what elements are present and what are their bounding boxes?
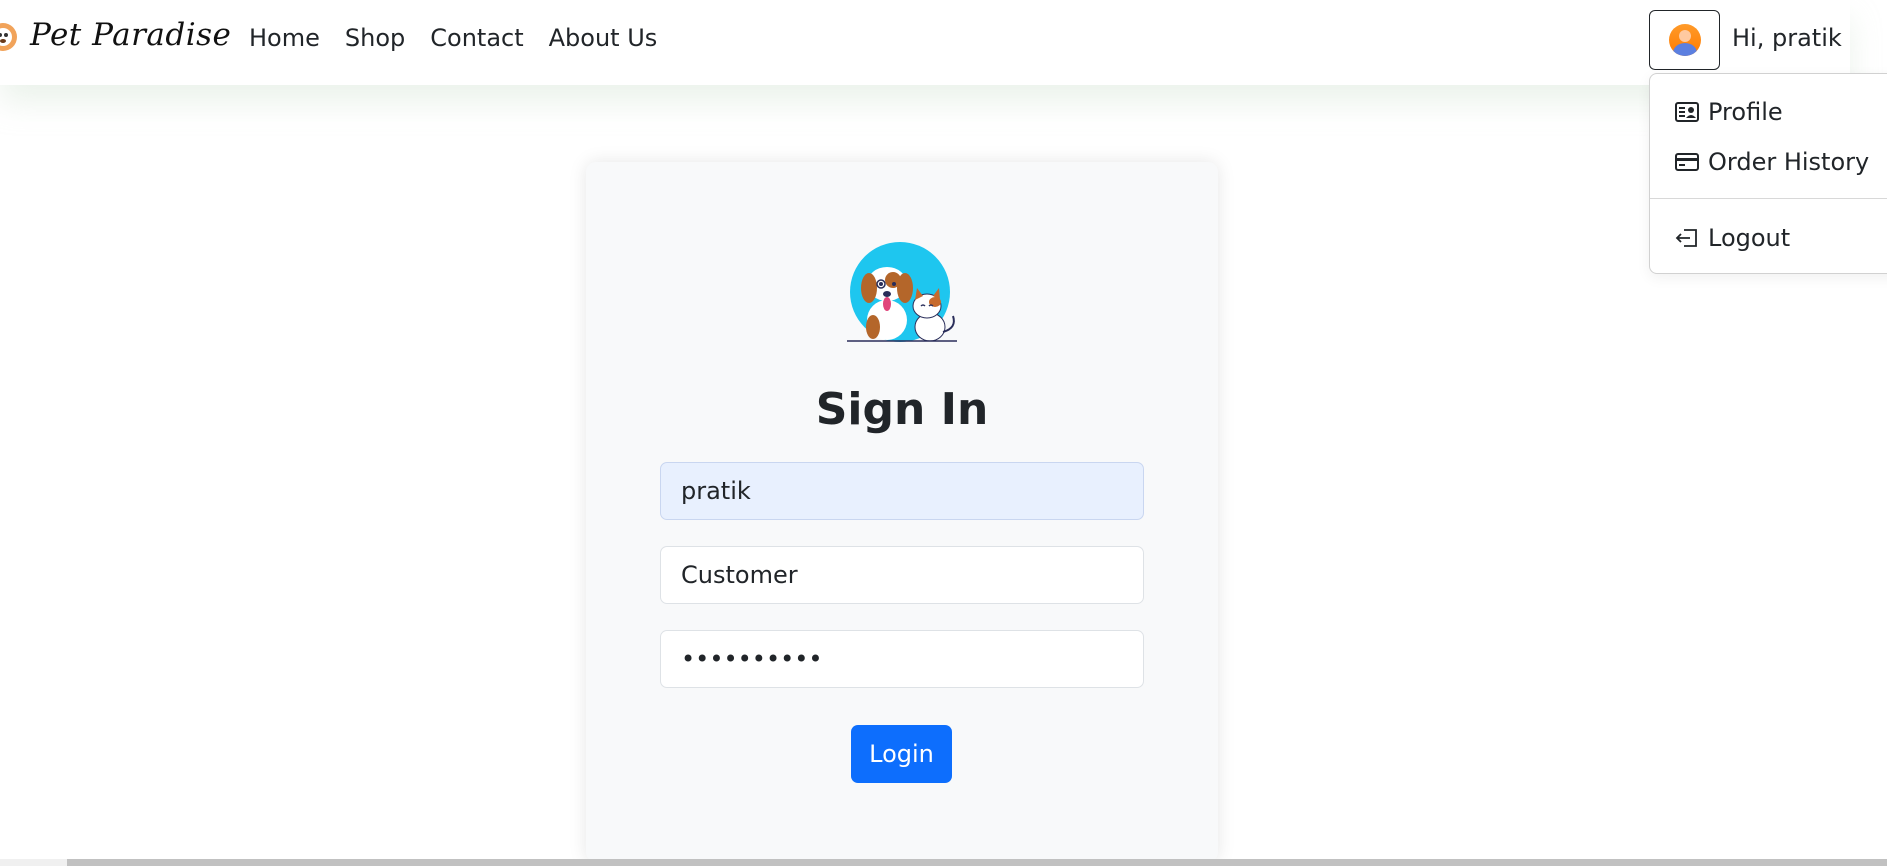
menu-item-profile[interactable]: Profile	[1674, 98, 1783, 126]
login-button[interactable]: Login	[851, 725, 952, 783]
role-input[interactable]	[660, 546, 1144, 604]
menu-item-label: Profile	[1708, 98, 1783, 126]
menu-item-order-history[interactable]: Order History	[1674, 148, 1869, 176]
menu-divider	[1650, 198, 1887, 199]
avatar	[1668, 24, 1701, 56]
horizontal-scrollbar[interactable]	[0, 859, 1887, 866]
navbar: Pet Paradise Home Shop Contact About Us …	[0, 0, 1850, 85]
signin-card: Sign In Login	[586, 162, 1218, 862]
user-dropdown-menu: Profile Order History Logout	[1649, 73, 1887, 274]
logout-icon	[1675, 229, 1697, 247]
menu-item-label: Logout	[1708, 224, 1791, 252]
pet-logo-icon	[847, 242, 957, 342]
main-nav: Home Shop Contact About Us	[249, 24, 657, 52]
credit-card-icon	[1675, 153, 1699, 171]
page-title: Sign In	[815, 384, 989, 435]
profile-card-icon	[1675, 102, 1699, 122]
nav-contact[interactable]: Contact	[430, 24, 523, 52]
nav-home[interactable]: Home	[249, 24, 320, 52]
scrollbar-thumb[interactable]	[67, 859, 1887, 866]
brand-logo-icon[interactable]	[0, 20, 18, 54]
brand-name[interactable]: Pet Paradise	[30, 17, 231, 53]
password-input[interactable]	[660, 630, 1144, 688]
nav-about-us[interactable]: About Us	[549, 24, 658, 52]
user-menu-toggle[interactable]	[1649, 10, 1720, 70]
menu-item-logout[interactable]: Logout	[1674, 224, 1790, 252]
nav-shop[interactable]: Shop	[345, 24, 405, 52]
username-input[interactable]	[660, 462, 1144, 520]
user-greeting: Hi, pratik	[1732, 24, 1842, 52]
menu-item-label: Order History	[1708, 148, 1870, 176]
